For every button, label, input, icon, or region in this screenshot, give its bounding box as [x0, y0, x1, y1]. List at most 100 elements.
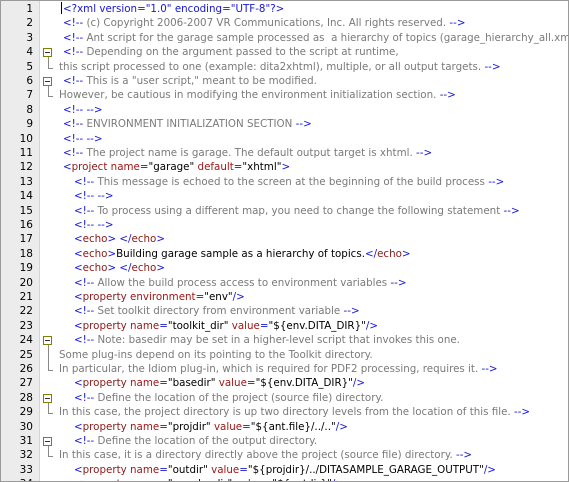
code-line[interactable]: <property name="projdir" value="${ant.fi…	[74, 420, 348, 434]
token-attrname: name	[130, 377, 160, 390]
code-line[interactable]: <!-- Note: basedir may be set in a highe…	[74, 333, 460, 347]
token-attrname: name	[130, 463, 160, 476]
code-line[interactable]: <!-- ENVIRONMENT INITIALIZATION SECTION …	[63, 117, 312, 131]
code-line[interactable]: <!-- Ant script for the garage sample pr…	[63, 31, 568, 45]
fold-collapse-icon[interactable]	[43, 336, 52, 346]
code-line[interactable]: <echo> </echo>	[74, 261, 165, 275]
code-line[interactable]: <!-- Depending on the argument passed to…	[63, 45, 399, 59]
token-punct: >	[281, 161, 291, 174]
token-tagname: echo	[131, 262, 157, 275]
token-punct: >	[401, 247, 411, 260]
token-tagname: echo	[82, 233, 108, 246]
token-cm: -->	[503, 204, 520, 217]
token-attrname: value	[231, 319, 260, 332]
token-punct: >	[156, 233, 165, 246]
token-attrname: name	[130, 420, 160, 433]
code-line[interactable]: <!-- This message is echoed to the scree…	[74, 175, 504, 189]
code-area[interactable]: <?xml version="1.0" encoding="UTF-8"?> <!…	[59, 1, 568, 481]
token-attrname: value	[213, 420, 243, 433]
line-number: 31	[19, 435, 33, 447]
code-line[interactable]: <property name="toolkit_dir" value="${en…	[74, 319, 378, 333]
xml-editor[interactable]: 1 2 3 4 5 6 7 8 9 10 11 12 13 14 15 16 17 18 19 20 21 22 23 24 2…	[0, 0, 569, 482]
fold-collapse-icon[interactable]	[43, 393, 52, 403]
code-line[interactable]: In this case, it is a directory directly…	[59, 448, 472, 462]
code-line[interactable]: <!-- Set toolkit directory from environm…	[74, 304, 360, 318]
token-text: "xhtml"	[242, 161, 282, 174]
line-number: 17	[19, 233, 33, 246]
token-tagname: property	[82, 377, 127, 390]
token-comment: ENVIRONMENT INITIALIZATION SECTION	[83, 118, 296, 131]
token-text: "garage"	[148, 161, 198, 174]
line-number: 28	[19, 391, 33, 404]
token-comment: Allow the build process access to enviro…	[94, 276, 391, 289]
code-line[interactable]: <property name="outdir" value="${projdir…	[74, 463, 496, 477]
code-line[interactable]: Some plug-ins depend on its pointing to …	[59, 348, 373, 362]
line-number: 8	[26, 103, 33, 116]
line-number: 5	[26, 60, 33, 73]
token-cm: <!--	[63, 132, 84, 145]
token-punct: >	[107, 247, 117, 260]
token-punct: =	[195, 291, 205, 303]
code-line[interactable]: <!-- Define the location of the output d…	[74, 434, 317, 448]
code-line[interactable]: <property environment="env"/>	[74, 290, 245, 304]
token-attrname: environment	[130, 291, 196, 303]
token-attrname: name	[130, 319, 160, 332]
token-tagname: property	[82, 463, 127, 476]
code-line[interactable]: <echo> </echo>	[74, 232, 165, 246]
code-line[interactable]: <property name="basedir" value="${env.DI…	[74, 376, 365, 390]
token-punct: <	[74, 463, 83, 476]
line-number: 13	[19, 175, 33, 188]
token-comment: In particular, the Idiom plug-in, which …	[59, 363, 482, 375]
code-line[interactable]: <!-- Define the location of the project …	[74, 391, 383, 405]
token-cm: <!--	[63, 75, 84, 87]
token-cm: -->	[97, 219, 114, 231]
code-line[interactable]: <!-- -->	[63, 103, 103, 117]
token-punct: =	[159, 463, 168, 476]
token-comment: Some plug-ins depend on its pointing to …	[59, 348, 373, 361]
line-number: 30	[19, 420, 33, 433]
token-comment: Define the location of the project (sour…	[94, 391, 384, 404]
code-line[interactable]: <!-- Allow the build process access to e…	[74, 276, 407, 290]
token-cm: -->	[416, 147, 433, 159]
token-punct: <	[74, 478, 83, 481]
token-cm: <!--	[63, 46, 84, 59]
token-cm: -->	[295, 118, 312, 131]
code-line[interactable]: <project name="garage" default="xhtml">	[63, 160, 290, 174]
fold-collapse-icon[interactable]	[43, 437, 52, 446]
token-attrname: name	[130, 478, 159, 481]
code-line[interactable]: <!-- -->	[63, 132, 103, 146]
code-line[interactable]: <!-- The project name is garage. The def…	[63, 146, 432, 160]
token-punct: <	[63, 161, 72, 174]
text-cursor	[61, 2, 62, 14]
token-text: "env"	[204, 291, 233, 303]
fold-collapse-icon[interactable]	[43, 77, 52, 86]
token-punct: <	[74, 247, 83, 260]
token-cm: <!--	[74, 276, 95, 289]
fold-collapse-icon[interactable]	[43, 48, 52, 58]
fold-guide	[48, 402, 49, 414]
token-text: "basedir"	[167, 377, 219, 390]
code-line[interactable]: <!-- To process using a different map, y…	[74, 204, 520, 218]
code-line[interactable]: <?xml version="1.0" encoding="UTF-8"?>	[63, 2, 284, 16]
code-line[interactable]: However, be cautious in modifying the en…	[59, 88, 456, 102]
token-punct: >	[107, 262, 117, 275]
code-line[interactable]: this script processed to one (example: d…	[59, 60, 501, 74]
token-cm: -->	[343, 305, 360, 318]
code-line[interactable]: In this case, the project directory is u…	[59, 405, 530, 419]
code-line[interactable]: <!-- -->	[74, 218, 114, 232]
code-line[interactable]: <property name="args.logdir" value="${ou…	[74, 477, 344, 481]
line-number: 4	[26, 46, 33, 59]
code-line[interactable]: <!-- -->	[74, 189, 114, 203]
code-line[interactable]: <!-- This is a "user script," meant to b…	[63, 74, 317, 88]
fold-guide	[48, 345, 49, 370]
token-cm: <!--	[74, 219, 95, 231]
line-number: 23	[19, 319, 33, 332]
code-line[interactable]: <echo>Building garage sample as a hierar…	[74, 247, 411, 261]
line-number: 26	[19, 363, 33, 375]
line-number: 22	[19, 305, 33, 318]
code-line[interactable]: In particular, the Idiom plug-in, which …	[59, 362, 498, 376]
token-tagname: project	[71, 161, 108, 174]
code-line[interactable]: <!-- (c) Copyright 2006-2007 VR Communic…	[63, 16, 465, 30]
token-text: "${env.DITA_DIR}"	[268, 319, 366, 332]
token-punct: />	[352, 377, 365, 390]
